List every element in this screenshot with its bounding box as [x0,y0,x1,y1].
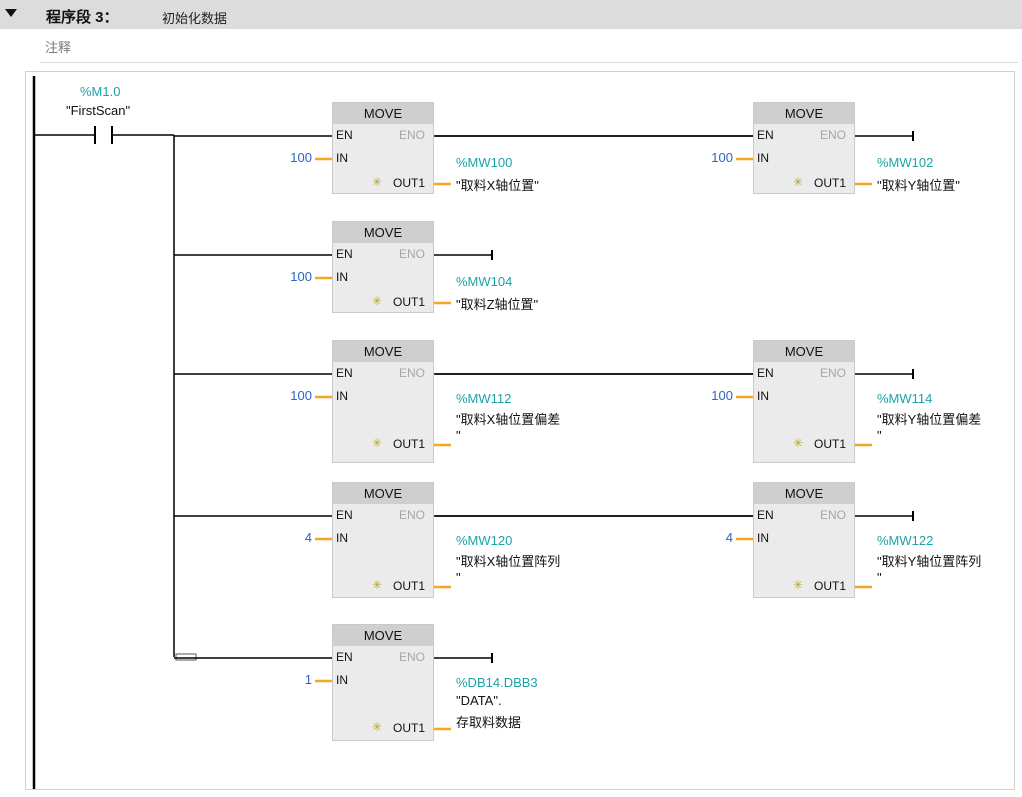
move-block-title: MOVE [754,483,854,504]
out-address[interactable]: %MW120 [456,533,512,548]
in-constant[interactable]: 4 [272,530,312,545]
out-tag[interactable]: "取料Z轴位置" [456,294,538,313]
en-pin: EN [336,650,353,664]
in-pin: IN [336,151,348,165]
out1-pin: OUT1 [814,579,847,593]
in-constant[interactable]: 100 [272,388,312,403]
move-block-title: MOVE [333,483,433,504]
out-tag[interactable]: "取料Y轴位置阵列 [877,551,981,570]
en-pin: EN [757,508,774,522]
move-block-title: MOVE [754,341,854,362]
out1-pin: OUT1 [393,579,426,593]
in-pin: IN [336,673,348,687]
en-pin: EN [336,247,353,261]
contact-address: %M1.0 [80,84,121,99]
eno-pin: ENO [399,508,426,522]
out1-pin: OUT1 [393,176,426,190]
negation-icon: ✳ [372,294,383,308]
in-constant[interactable]: 100 [272,269,312,284]
negation-icon: ✳ [372,578,383,592]
move-block-title: MOVE [754,103,854,124]
en-pin: EN [757,128,774,142]
in-pin: IN [757,389,769,403]
eno-pin: ENO [820,128,847,142]
negation-icon: ✳ [793,175,804,189]
in-pin: IN [336,270,348,284]
negation-icon: ✳ [372,720,383,734]
out-address[interactable]: %MW104 [456,274,512,289]
out-address[interactable]: %DB14.DBB3 [456,675,538,690]
out1-pin: OUT1 [393,437,426,451]
out1-pin: OUT1 [814,176,847,190]
en-pin: EN [336,366,353,380]
in-pin: IN [757,531,769,545]
negation-icon: ✳ [793,436,804,450]
out-tag[interactable]: 存取料数据 [456,712,521,731]
in-constant[interactable]: 100 [693,150,733,165]
out-address[interactable]: %MW100 [456,155,512,170]
eno-pin: ENO [399,247,426,261]
out-tag[interactable]: " [456,428,461,443]
in-constant[interactable]: 4 [693,530,733,545]
out1-pin: OUT1 [814,437,847,451]
in-pin: IN [336,389,348,403]
en-pin: EN [757,366,774,380]
move-block-title: MOVE [333,341,433,362]
out-tag[interactable]: "取料Y轴位置" [877,175,960,194]
negation-icon: ✳ [372,175,383,189]
in-pin: IN [336,531,348,545]
contact-tag: "FirstScan" [66,103,131,118]
out-tag[interactable]: "取料X轴位置" [456,175,539,194]
branch-marker-icon [175,653,197,661]
out-tag[interactable]: " [877,428,882,443]
out-tag[interactable]: "取料X轴位置偏差 [456,409,560,428]
en-pin: EN [336,508,353,522]
move-block-title: MOVE [333,222,433,243]
eno-pin: ENO [399,650,426,664]
out-tag[interactable]: "取料X轴位置阵列 [456,551,560,570]
move-block-title: MOVE [333,625,433,646]
negation-icon: ✳ [793,578,804,592]
eno-pin: ENO [820,366,847,380]
out-address[interactable]: %MW102 [877,155,933,170]
out-address[interactable]: %MW122 [877,533,933,548]
in-constant[interactable]: 100 [693,388,733,403]
in-constant[interactable]: 1 [272,672,312,687]
negation-icon: ✳ [372,436,383,450]
in-constant[interactable]: 100 [272,150,312,165]
eno-pin: ENO [820,508,847,522]
in-pin: IN [757,151,769,165]
out-tag[interactable]: " [456,570,461,585]
out-tag[interactable]: "DATA". [456,693,502,708]
out1-pin: OUT1 [393,721,426,735]
out-tag[interactable]: " [877,570,882,585]
out-address[interactable]: %MW112 [456,391,511,406]
out-tag[interactable]: "取料Y轴位置偏差 [877,409,981,428]
eno-pin: ENO [399,366,426,380]
en-pin: EN [336,128,353,142]
eno-pin: ENO [399,128,426,142]
out-address[interactable]: %MW114 [877,391,932,406]
out1-pin: OUT1 [393,295,426,309]
move-block-title: MOVE [333,103,433,124]
